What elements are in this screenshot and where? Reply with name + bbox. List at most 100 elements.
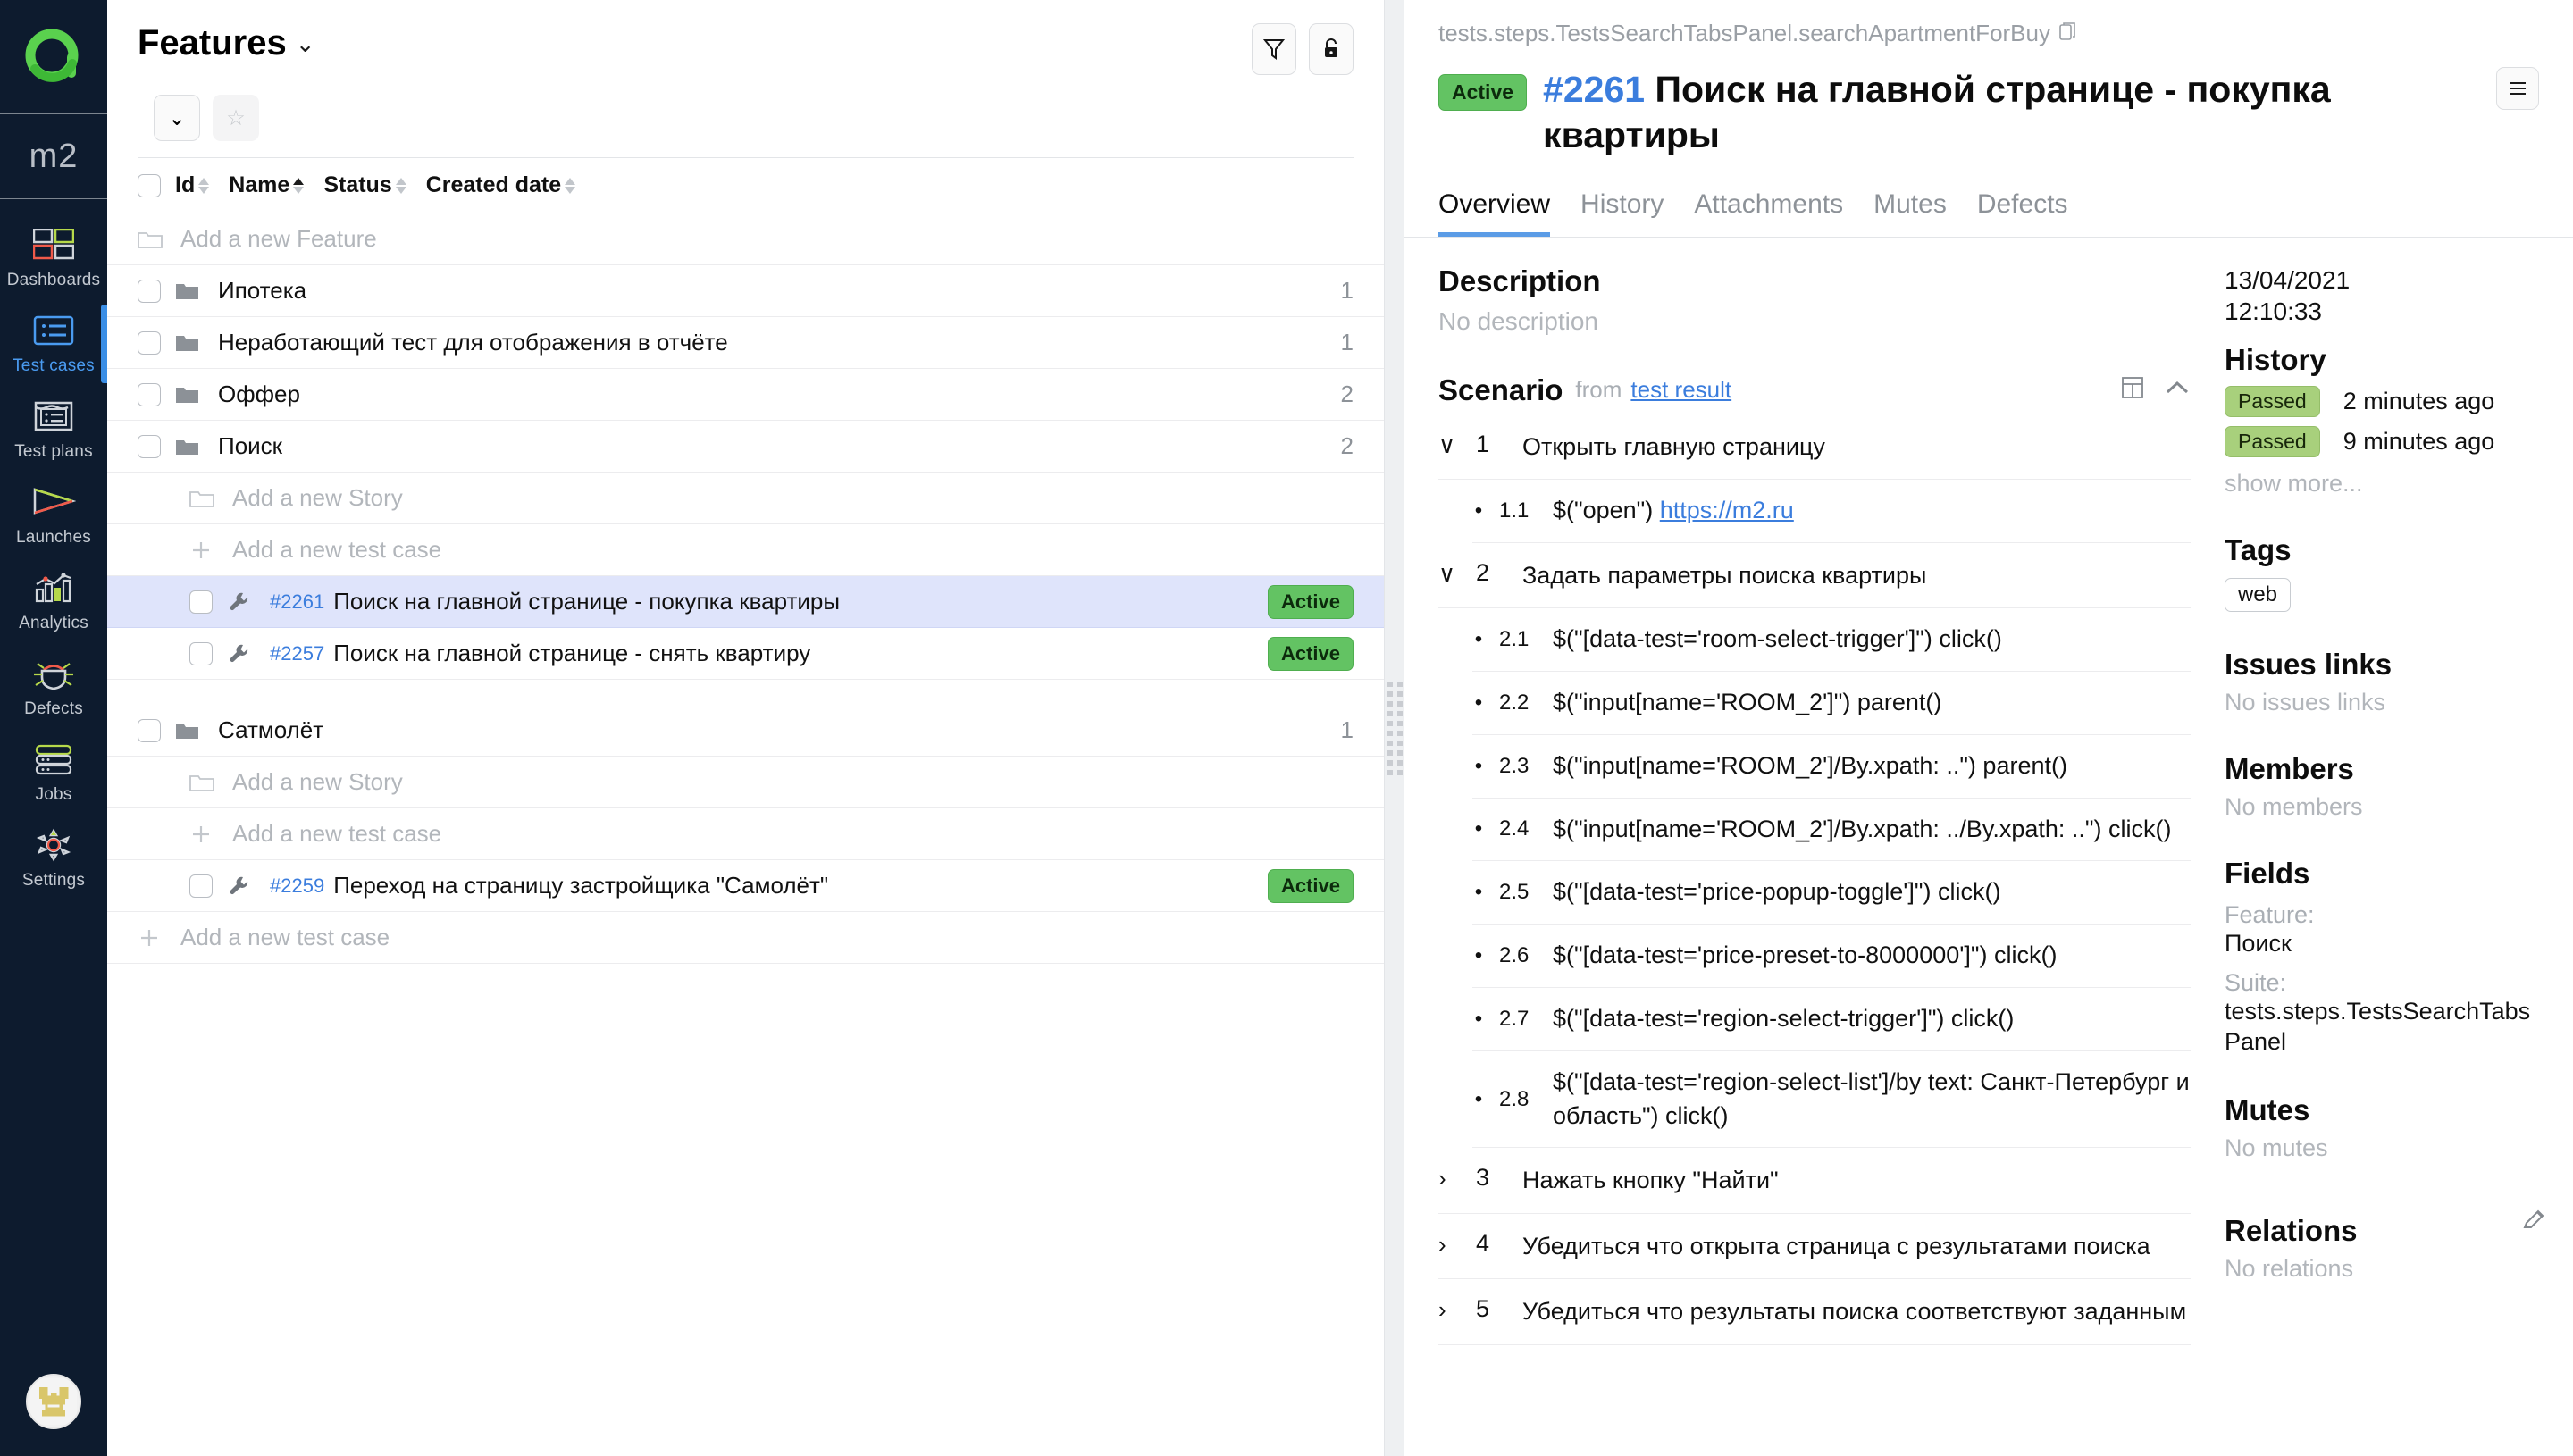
row-checkbox[interactable] (189, 641, 213, 665)
description-empty: No description (1438, 306, 1598, 335)
column-header-name[interactable]: Name (229, 172, 305, 198)
tree-indent-line (138, 808, 189, 859)
sidebar-item-dashboards[interactable]: Dashboards (0, 215, 107, 301)
folder-icon (175, 333, 205, 353)
scenario-step[interactable]: ∨ 1 Открыть главную страницу (1438, 414, 2191, 480)
page-title[interactable]: Features ⌄ (138, 23, 315, 63)
test-case-title: Поиск на главной странице - покупка квар… (1543, 69, 2331, 156)
show-more-link[interactable]: show more... (2225, 470, 2546, 498)
add-new-test-case-root-row[interactable]: Add a new test case (107, 912, 1384, 964)
app-logo[interactable] (0, 0, 107, 114)
detail-menu-button[interactable] (2496, 67, 2539, 110)
pencil-icon[interactable] (2521, 1208, 2546, 1237)
row-checkbox[interactable] (138, 279, 161, 303)
feature-row-expanded[interactable]: Поиск 2 (107, 421, 1384, 473)
scenario-step[interactable]: › 5 Убедиться что результаты поиска соот… (1438, 1279, 2191, 1345)
column-label: Id (175, 172, 196, 197)
tag-chip[interactable]: web (2225, 577, 2292, 612)
layout-icon[interactable] (2121, 375, 2144, 405)
description-heading: Description (1438, 264, 1601, 297)
substep-link[interactable]: https://m2.ru (1660, 497, 1794, 523)
status-badge: Passed (2225, 385, 2320, 417)
column-label: Status (323, 172, 392, 197)
step-text: Открыть главную страницу (1522, 432, 1825, 460)
row-count: 1 (1340, 329, 1354, 356)
tab-mutes[interactable]: Mutes (1873, 189, 1947, 237)
sidebar-item-test-plans[interactable]: Test plans (0, 387, 107, 473)
test-case-id[interactable]: #2257 (270, 642, 324, 665)
tab-history[interactable]: History (1580, 189, 1664, 237)
copy-icon[interactable] (2059, 20, 2077, 47)
feature-row[interactable]: Ипотека 1 (107, 265, 1384, 317)
row-checkbox[interactable] (138, 718, 161, 742)
chevron-down-icon[interactable]: ∨ (1438, 431, 1460, 461)
step-text: Убедиться что открыта страница с результ… (1522, 1232, 2150, 1259)
scenario-step[interactable]: › 3 Нажать кнопку "Найти" (1438, 1148, 2191, 1214)
chevron-up-icon[interactable] (2164, 378, 2191, 402)
test-case-id[interactable]: #2259 (270, 874, 324, 898)
add-new-test-case-row[interactable]: Add a new test case (107, 524, 1384, 576)
row-checkbox[interactable] (189, 590, 213, 614)
lock-button[interactable] (1309, 23, 1354, 75)
tab-overview[interactable]: Overview (1438, 189, 1551, 237)
filter-button[interactable] (1252, 23, 1296, 75)
scenario-step[interactable]: › 4 Убедиться что открыта страница с рез… (1438, 1214, 2191, 1280)
sidebar-item-analytics[interactable]: Analytics (0, 558, 107, 644)
chevron-right-icon[interactable]: › (1438, 1230, 1460, 1260)
chevron-right-icon[interactable]: › (1438, 1295, 1460, 1326)
test-case-row[interactable]: #2261 Поиск на главной странице - покупк… (107, 576, 1384, 628)
scenario-test-result-link[interactable]: test result (1630, 376, 1731, 404)
row-checkbox[interactable] (138, 434, 161, 458)
sidebar-item-jobs[interactable]: Jobs (0, 730, 107, 816)
test-case-row[interactable]: #2259 Переход на страницу застройщика "С… (107, 860, 1384, 912)
row-checkbox[interactable] (138, 382, 161, 406)
substep-number: 2.6 (1499, 943, 1530, 968)
field-key-feature: Feature: (2225, 900, 2315, 928)
substep-number: 2.5 (1499, 880, 1530, 905)
step-number: 5 (1476, 1295, 1490, 1323)
feature-row[interactable]: Оффер 2 (107, 369, 1384, 421)
tab-attachments[interactable]: Attachments (1694, 189, 1843, 237)
left-nav-rail: m2 Dashboards Test cases Test plans Laun… (0, 0, 107, 1456)
add-new-story-row[interactable]: Add a new Story (107, 473, 1384, 524)
tree-indent-line (138, 576, 189, 627)
feature-row[interactable]: Неработающий тест для отображения в отчё… (107, 317, 1384, 369)
chevron-down-icon[interactable]: ∨ (1438, 559, 1460, 590)
scenario-header: Scenario from test result (1438, 373, 2191, 407)
row-label: Поиск на главной странице - покупка квар… (333, 588, 841, 615)
sidebar-item-settings[interactable]: Settings (0, 816, 107, 901)
test-case-id[interactable]: #2261 (270, 590, 324, 614)
feature-row-expanded[interactable]: Сатмолёт 1 (107, 705, 1384, 757)
project-name[interactable]: m2 (0, 114, 107, 199)
bullet-icon: • (1474, 816, 1483, 841)
expand-all-button[interactable]: ⌄ (154, 95, 200, 141)
add-new-feature-row[interactable]: Add a new Feature (107, 213, 1384, 265)
sidebar-item-label: Launches (15, 528, 91, 547)
sidebar-item-launches[interactable]: Launches (0, 473, 107, 558)
sidebar-item-test-cases[interactable]: Test cases (0, 301, 107, 387)
defects-icon (29, 653, 79, 694)
row-label: Add a new Feature (180, 225, 377, 252)
panel-splitter[interactable] (1385, 0, 1404, 1456)
favorite-button[interactable]: ☆ (213, 95, 259, 141)
substep-number: 1.1 (1499, 498, 1530, 523)
test-case-row[interactable]: #2257 Поиск на главной странице - снять … (107, 628, 1384, 680)
members-empty: No members (2225, 792, 2363, 820)
select-all-checkbox[interactable] (138, 173, 161, 197)
column-header-status[interactable]: Status (323, 172, 406, 198)
add-new-test-case-row[interactable]: Add a new test case (107, 808, 1384, 860)
row-checkbox[interactable] (189, 874, 213, 898)
test-case-id[interactable]: #2261 (1543, 69, 1645, 110)
add-new-story-row[interactable]: Add a new Story (107, 757, 1384, 808)
row-checkbox[interactable] (138, 331, 161, 355)
tab-defects[interactable]: Defects (1977, 189, 2068, 237)
plus-icon (138, 926, 168, 950)
column-header-id[interactable]: Id (175, 172, 210, 198)
step-number: 4 (1476, 1229, 1490, 1257)
sidebar-item-defects[interactable]: Defects (0, 644, 107, 730)
row-label: Переход на страницу застройщика "Самолёт… (333, 872, 829, 899)
column-header-created-date[interactable]: Created date (426, 172, 576, 198)
scenario-step[interactable]: ∨ 2 Задать параметры поиска квартиры (1438, 543, 2191, 609)
avatar[interactable] (26, 1374, 81, 1429)
chevron-right-icon[interactable]: › (1438, 1164, 1460, 1194)
